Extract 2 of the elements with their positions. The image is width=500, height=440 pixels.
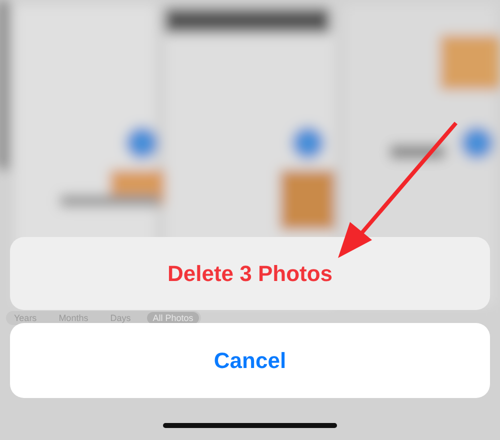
cancel-button[interactable]: Cancel	[10, 323, 490, 398]
delete-button[interactable]: Delete 3 Photos	[10, 237, 490, 310]
